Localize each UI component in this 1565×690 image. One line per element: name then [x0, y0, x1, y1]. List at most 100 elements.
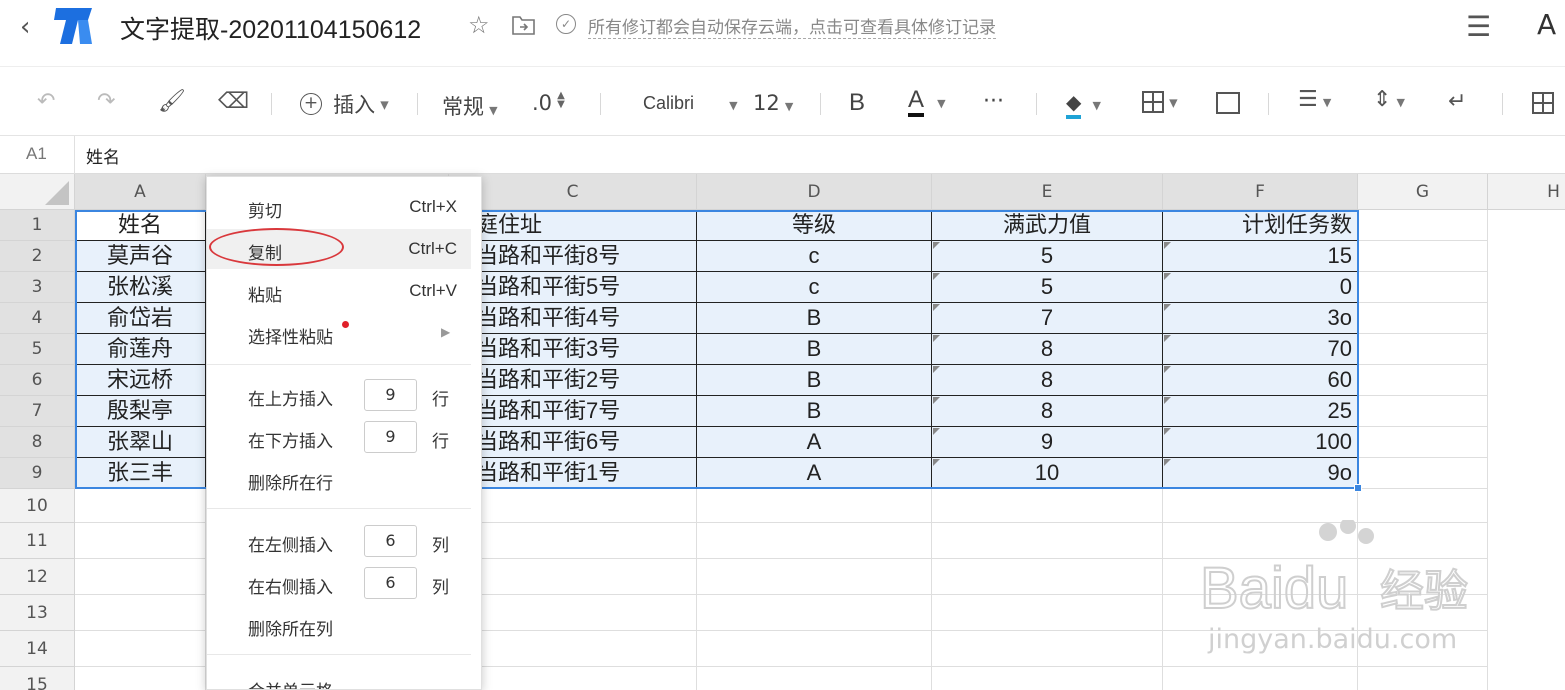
row-header-14[interactable]: 14 — [0, 631, 75, 667]
cell-a10[interactable] — [75, 489, 206, 523]
row-header-5[interactable]: 5 — [0, 334, 75, 365]
menu-item-delete-row[interactable]: 删除所在行 — [207, 459, 471, 499]
autosave-revision-link[interactable]: 所有修订都会自动保存云端，点击可查看具体修订记录 — [588, 13, 996, 39]
cell-f6[interactable]: 60 — [1163, 365, 1358, 396]
cell-d7[interactable]: B — [697, 396, 932, 427]
bold-button[interactable]: B — [849, 89, 865, 117]
formula-input[interactable]: 姓名 — [86, 143, 120, 168]
font-color-button[interactable]: A ▼ — [908, 87, 946, 117]
cell-g15[interactable] — [1358, 667, 1488, 690]
cell-g13[interactable] — [1358, 595, 1488, 631]
menu-item-delete-column[interactable]: 删除所在列 — [207, 605, 471, 645]
cell-a11[interactable] — [75, 523, 206, 559]
row-header-15[interactable]: 15 — [0, 667, 75, 690]
cell-e8[interactable]: 9 — [932, 427, 1163, 458]
cell-e9[interactable]: 10 — [932, 458, 1163, 489]
cell-e11[interactable] — [932, 523, 1163, 559]
undo-icon[interactable]: ↶ — [37, 91, 55, 113]
cell-a3[interactable]: 张松溪 — [75, 272, 206, 303]
cell-a12[interactable] — [75, 559, 206, 595]
fill-handle[interactable] — [1354, 484, 1362, 492]
cell-g5[interactable] — [1358, 334, 1488, 365]
cell-f4[interactable]: 3o — [1163, 303, 1358, 334]
cell-c8[interactable]: 武当路和平街6号 — [449, 427, 697, 458]
column-header-c[interactable]: C — [449, 174, 697, 210]
row-header-7[interactable]: 7 — [0, 396, 75, 427]
cell-d13[interactable] — [697, 595, 932, 631]
cell-d5[interactable]: B — [697, 334, 932, 365]
insert-right-count-input[interactable]: 6 — [364, 567, 417, 599]
cell-c5[interactable]: 武当路和平街3号 — [449, 334, 697, 365]
cell-g12[interactable] — [1358, 559, 1488, 595]
font-family-dropdown[interactable]: Calibri ▼ — [643, 93, 738, 114]
move-to-folder-icon[interactable] — [511, 14, 536, 36]
cell-d11[interactable] — [697, 523, 932, 559]
cell-e3[interactable]: 5 — [932, 272, 1163, 303]
cell-f12[interactable] — [1163, 559, 1358, 595]
cell-f5[interactable]: 70 — [1163, 334, 1358, 365]
row-header-12[interactable]: 12 — [0, 559, 75, 595]
select-all-corner[interactable] — [0, 174, 75, 210]
menu-item-insert-below[interactable]: 在下方插入 9 行 — [207, 417, 471, 457]
cell-d3[interactable]: c — [697, 272, 932, 303]
menu-item-cut[interactable]: 剪切 Ctrl+X — [207, 187, 471, 227]
row-header-1[interactable]: 1 — [0, 210, 75, 241]
document-title[interactable]: 文字提取-20201104150612 — [120, 10, 421, 46]
cell-e12[interactable] — [932, 559, 1163, 595]
borders-button[interactable]: ▼ — [1142, 91, 1178, 113]
cell-c14[interactable] — [449, 631, 697, 667]
cell-reference[interactable]: A1 — [26, 144, 47, 164]
column-header-f[interactable]: F — [1163, 174, 1358, 210]
menu-item-insert-left[interactable]: 在左侧插入 6 列 — [207, 521, 471, 561]
cell-d12[interactable] — [697, 559, 932, 595]
cell-d2[interactable]: c — [697, 241, 932, 272]
cell-d15[interactable] — [697, 667, 932, 690]
merge-cells-icon[interactable] — [1216, 92, 1240, 114]
cell-e1[interactable]: 满武力值 — [932, 210, 1163, 241]
cell-e6[interactable]: 8 — [932, 365, 1163, 396]
cell-a9[interactable]: 张三丰 — [75, 458, 206, 489]
app-logo[interactable] — [52, 6, 96, 46]
insert-above-count-input[interactable]: 9 — [364, 379, 417, 411]
column-header-d[interactable]: D — [697, 174, 932, 210]
cell-c6[interactable]: 武当路和平街2号 — [449, 365, 697, 396]
cell-e10[interactable] — [932, 489, 1163, 523]
cell-d1[interactable]: 等级 — [697, 210, 932, 241]
cell-e4[interactable]: 7 — [932, 303, 1163, 334]
column-header-h[interactable]: H — [1488, 174, 1565, 210]
cell-a2[interactable]: 莫声谷 — [75, 241, 206, 272]
cell-c1[interactable]: 家庭住址 — [449, 210, 697, 241]
row-header-10[interactable]: 10 — [0, 489, 75, 523]
cell-a1[interactable]: 姓名 — [75, 210, 206, 241]
number-format-dropdown[interactable]: 常规 ▼ — [442, 91, 498, 121]
cell-d8[interactable]: A — [697, 427, 932, 458]
cell-c3[interactable]: 武当路和平街5号 — [449, 272, 697, 303]
cell-a15[interactable] — [75, 667, 206, 690]
cell-e2[interactable]: 5 — [932, 241, 1163, 272]
cell-g2[interactable] — [1358, 241, 1488, 272]
cell-d14[interactable] — [697, 631, 932, 667]
menu-item-merge-cells[interactable]: 合并单元格 — [207, 667, 471, 689]
cell-c11[interactable] — [449, 523, 697, 559]
cell-d10[interactable] — [697, 489, 932, 523]
back-chevron-icon[interactable]: ‹ — [20, 12, 30, 42]
cell-c2[interactable]: 武当路和平街8号 — [449, 241, 697, 272]
format-painter-icon[interactable]: 🖌 — [158, 91, 186, 113]
cell-d6[interactable]: B — [697, 365, 932, 396]
cell-g6[interactable] — [1358, 365, 1488, 396]
star-icon[interactable]: ☆ — [468, 11, 490, 39]
decimal-places-stepper[interactable]: .0 ▲ ▼ — [532, 91, 565, 116]
cell-f3[interactable]: 0 — [1163, 272, 1358, 303]
menu-item-insert-above[interactable]: 在上方插入 9 行 — [207, 375, 471, 415]
menu-item-insert-right[interactable]: 在右侧插入 6 列 — [207, 563, 471, 603]
cell-a7[interactable]: 殷梨亭 — [75, 396, 206, 427]
more-options-button[interactable]: ··· — [983, 89, 1004, 114]
cell-f8[interactable]: 100 — [1163, 427, 1358, 458]
cell-f7[interactable]: 25 — [1163, 396, 1358, 427]
cell-a5[interactable]: 俞莲舟 — [75, 334, 206, 365]
cell-f15[interactable] — [1163, 667, 1358, 690]
cell-g8[interactable] — [1358, 427, 1488, 458]
font-size-dropdown[interactable]: 12 ▼ — [753, 91, 793, 115]
cell-c7[interactable]: 武当路和平街7号 — [449, 396, 697, 427]
menu-item-paste-special[interactable]: 选择性粘贴 ▶ — [207, 313, 471, 353]
